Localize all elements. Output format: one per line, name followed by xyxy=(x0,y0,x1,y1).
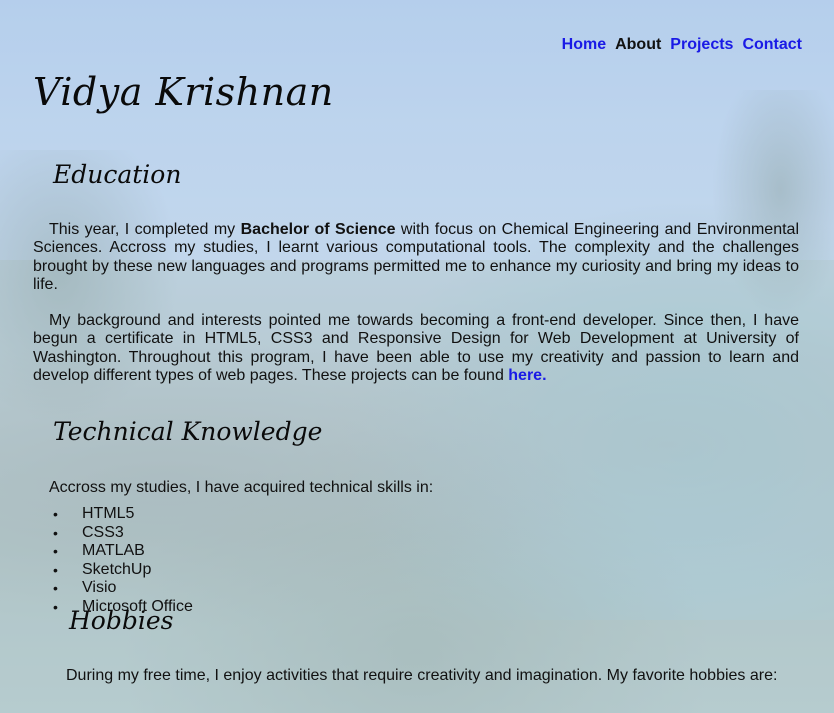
skills-list: HTML5 CSS3 MATLAB SketchUp Visio Microso… xyxy=(50,505,193,616)
education-p1-start: This year, I completed my xyxy=(49,221,241,238)
skill-item: CSS3 xyxy=(50,524,193,543)
skill-item: Visio xyxy=(50,579,193,598)
nav-projects-link[interactable]: Projects xyxy=(670,36,733,54)
education-p2-text: My background and interests pointed me t… xyxy=(33,312,799,384)
skill-item: HTML5 xyxy=(50,505,193,524)
hobbies-intro: During my free time, I enjoy activities … xyxy=(66,667,778,684)
hobbies-heading: Hobbies xyxy=(69,606,174,635)
projects-here-link[interactable]: here. xyxy=(508,367,546,384)
skill-item: MATLAB xyxy=(50,542,193,561)
technical-intro: Accross my studies, I have acquired tech… xyxy=(49,479,434,496)
nav-about-link[interactable]: About xyxy=(615,36,661,54)
site-title: Vidya Krishnan xyxy=(33,70,334,114)
nav-home-link[interactable]: Home xyxy=(562,36,606,54)
nav-contact-link[interactable]: Contact xyxy=(742,36,802,54)
education-heading: Education xyxy=(53,160,182,189)
degree-name: Bachelor of Science xyxy=(240,221,396,238)
top-navigation: Home About Projects Contact xyxy=(562,36,802,54)
education-paragraph-2: My background and interests pointed me t… xyxy=(33,312,799,385)
education-paragraph-1: This year, I completed my Bachelor of Sc… xyxy=(33,221,799,294)
technical-knowledge-heading: Technical Knowledge xyxy=(53,417,323,446)
skill-item: SketchUp xyxy=(50,561,193,580)
